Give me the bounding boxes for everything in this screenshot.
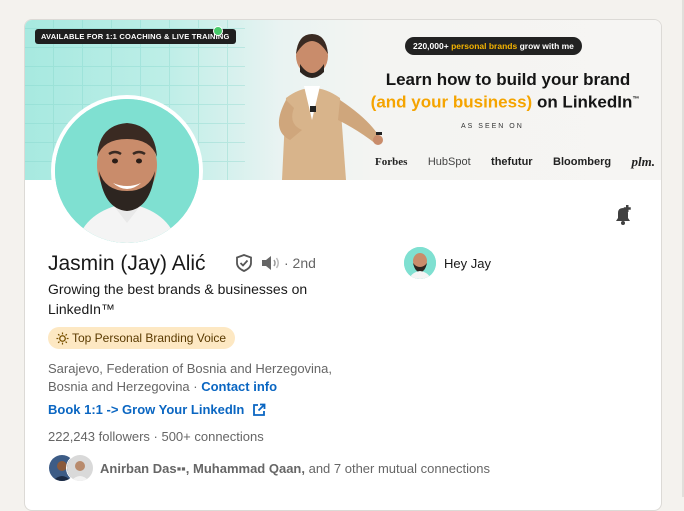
banner-headline-highlight: (and your business): [370, 92, 533, 112]
website-link[interactable]: Book 1:1 -> Grow Your LinkedIn: [48, 402, 266, 417]
mutual-avatars: [48, 454, 94, 482]
growth-badge-highlight: personal brands: [451, 41, 518, 51]
speaker-icon[interactable]: [259, 253, 281, 273]
company-logo: [404, 247, 436, 279]
availability-badge: AVAILABLE FOR 1:1 COACHING & LIVE TRAINI…: [35, 29, 236, 44]
press-logos: Forbes HubSpot thefutur Bloomberg plm.: [375, 154, 655, 170]
website-link-label[interactable]: Book 1:1 -> Grow Your LinkedIn: [48, 402, 244, 417]
logo-plm: plm.: [631, 154, 655, 169]
mutual-connections-text: Anirban Das▪▪, Muhammad Qaan, and 7 othe…: [100, 461, 490, 476]
profile-location: Sarajevo, Federation of Bosnia and Herze…: [48, 360, 368, 396]
banner-headline-1: Learn how to build your brand: [385, 70, 631, 89]
connection-degree: · 2nd: [284, 255, 316, 271]
company-link[interactable]: Hey Jay: [404, 247, 491, 279]
mutual-suffix: and 7 other mutual connections: [304, 460, 490, 476]
avatar-photo: [55, 99, 199, 243]
mutual-names: Anirban Das▪▪, Muhammad Qaan,: [100, 460, 305, 476]
profile-name: Jasmin (Jay) Alić: [48, 252, 206, 275]
profile-headline: Growing the best brands & businesses on …: [48, 281, 308, 317]
banner-headline-2: (and your business) on LinkedIn™: [355, 90, 655, 113]
logo-forbes: Forbes: [375, 156, 408, 168]
logo-thefutur: thefutur: [491, 156, 533, 168]
connections-count: · 500+ connections: [149, 429, 264, 444]
growth-badge-suffix: grow with me: [519, 41, 574, 51]
online-dot: [213, 26, 223, 36]
banner-headline-suffix: on LinkedIn: [536, 92, 633, 112]
profile-avatar[interactable]: [51, 95, 203, 247]
as-seen-on-label: AS SEEN ON: [461, 123, 524, 130]
contact-info-link[interactable]: Contact info: [201, 379, 277, 394]
location-separator: ·: [189, 379, 202, 394]
top-voice-label: Top Personal Branding Voice: [72, 331, 227, 345]
trademark-mark: ™: [632, 96, 640, 103]
growth-badge: 220,000+ personal brands grow with me: [405, 37, 582, 55]
logo-bloomberg: Bloomberg: [553, 156, 612, 168]
mutual-connections[interactable]: Anirban Das▪▪, Muhammad Qaan, and 7 othe…: [48, 454, 490, 482]
company-name: Hey Jay: [444, 255, 491, 271]
logo-hubspot: HubSpot: [427, 156, 471, 168]
sun-icon: [56, 331, 69, 345]
top-voice-badge[interactable]: Top Personal Branding Voice: [48, 327, 236, 349]
profile-card: AVAILABLE FOR 1:1 COACHING & LIVE TRAINI…: [24, 19, 662, 511]
followers-count[interactable]: 222,243 followers: [48, 429, 150, 444]
mutual-avatar: [66, 454, 94, 482]
bell-plus-icon[interactable]: [611, 203, 635, 227]
followers-info: 222,243 followers · 500+ connections: [48, 429, 264, 444]
shield-check-icon[interactable]: [234, 253, 254, 273]
external-link-icon: [253, 403, 266, 416]
growth-badge-count: 220,000+: [413, 41, 449, 51]
